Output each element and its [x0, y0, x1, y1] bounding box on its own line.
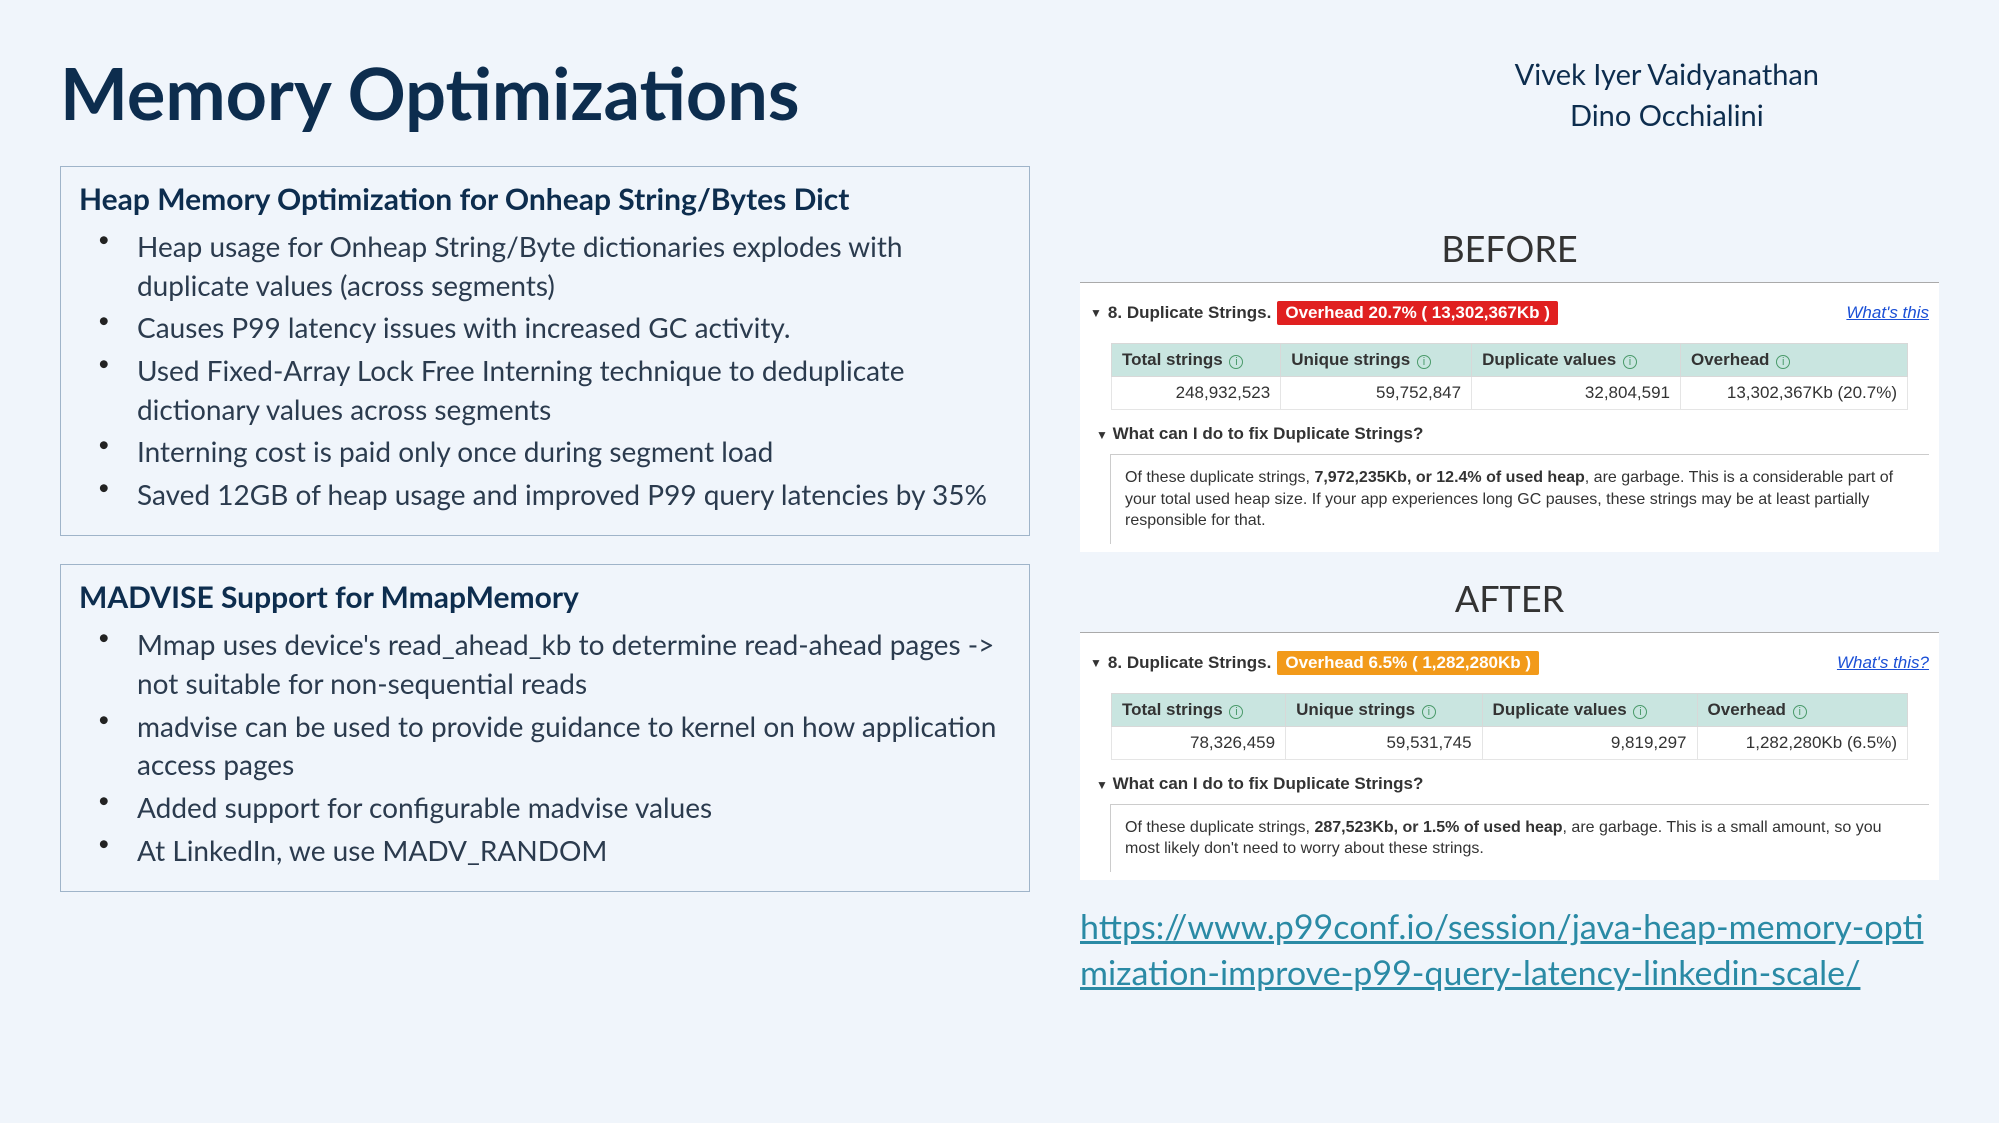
list-item: At LinkedIn, we use MADV_RANDOM — [137, 831, 1011, 870]
overhead-badge: Overhead 6.5% ( 1,282,280Kb ) — [1277, 651, 1539, 675]
list-item: Added support for configurable madvise v… — [137, 788, 1011, 827]
info-icon: i — [1229, 705, 1243, 719]
list-item: Mmap uses device's read_ahead_kb to dete… — [137, 625, 1011, 702]
triangle-down-icon: ▼ — [1090, 306, 1102, 320]
author-2: Dino Occhialini — [1515, 96, 1819, 137]
td-unique: 59,752,847 — [1281, 377, 1472, 410]
th-dup: Duplicate values i — [1472, 344, 1681, 377]
fix-text: Of these duplicate strings, 287,523Kb, o… — [1110, 804, 1929, 872]
th-unique: Unique strings i — [1281, 344, 1472, 377]
info-icon: i — [1422, 705, 1436, 719]
authors: Vivek Iyer Vaidyanathan Dino Occhialini — [1515, 55, 1819, 136]
whats-this-link[interactable]: What's this? — [1837, 653, 1929, 673]
triangle-down-icon: ▼ — [1096, 778, 1108, 792]
th-unique: Unique strings i — [1286, 693, 1482, 726]
fix-header: ▼ What can I do to fix Duplicate Strings… — [1096, 424, 1929, 444]
td-total: 248,932,523 — [1111, 377, 1280, 410]
list-item: madvise can be used to provide guidance … — [137, 707, 1011, 784]
list-item: Used Fixed-Array Lock Free Interning tec… — [137, 351, 1011, 428]
info-icon: i — [1623, 355, 1637, 369]
td-dup: 32,804,591 — [1472, 377, 1681, 410]
th-overhead: Overhead i — [1681, 344, 1908, 377]
th-total: Total strings i — [1111, 693, 1285, 726]
whats-this-link[interactable]: What's this — [1846, 303, 1929, 323]
box-madvise: MADVISE Support for MmapMemory Mmap uses… — [60, 564, 1030, 892]
before-table: Total strings i Unique strings i Duplica… — [1111, 343, 1908, 410]
td-dup: 9,819,297 — [1482, 726, 1697, 759]
th-overhead: Overhead i — [1697, 693, 1908, 726]
td-unique: 59,531,745 — [1286, 726, 1482, 759]
th-dup: Duplicate values i — [1482, 693, 1697, 726]
td-overhead: 13,302,367Kb (20.7%) — [1681, 377, 1908, 410]
after-table: Total strings i Unique strings i Duplica… — [1111, 693, 1908, 760]
info-icon: i — [1793, 705, 1807, 719]
fix-text: Of these duplicate strings, 7,972,235Kb,… — [1110, 454, 1929, 544]
th-total: Total strings i — [1111, 344, 1280, 377]
after-panel: ▼ 8. Duplicate Strings. Overhead 6.5% ( … — [1080, 632, 1939, 880]
list-item: Heap usage for Onheap String/Byte dictio… — [137, 227, 1011, 304]
info-icon: i — [1776, 355, 1790, 369]
box-heap-optimization: Heap Memory Optimization for Onheap Stri… — [60, 166, 1030, 536]
list-item: Causes P99 latency issues with increased… — [137, 308, 1011, 347]
list-item: Interning cost is paid only once during … — [137, 432, 1011, 471]
section-number: 8. — [1108, 653, 1122, 672]
overhead-badge: Overhead 20.7% ( 13,302,367Kb ) — [1277, 301, 1558, 325]
info-icon: i — [1229, 355, 1243, 369]
section-title: Duplicate Strings. — [1127, 653, 1272, 672]
before-panel: ▼ 8. Duplicate Strings. Overhead 20.7% (… — [1080, 282, 1939, 552]
author-1: Vivek Iyer Vaidyanathan — [1515, 55, 1819, 96]
triangle-down-icon: ▼ — [1090, 656, 1102, 670]
td-overhead: 1,282,280Kb (6.5%) — [1697, 726, 1908, 759]
box1-title: Heap Memory Optimization for Onheap Stri… — [79, 181, 1011, 217]
before-label: BEFORE — [1080, 226, 1939, 270]
info-icon: i — [1417, 355, 1431, 369]
after-label: AFTER — [1080, 576, 1939, 620]
info-icon: i — [1633, 705, 1647, 719]
triangle-down-icon: ▼ — [1096, 428, 1108, 442]
td-total: 78,326,459 — [1111, 726, 1285, 759]
section-number: 8. — [1108, 303, 1122, 322]
reference-link[interactable]: https://www.p99conf.io/session/java-heap… — [1080, 906, 1923, 993]
page-title: Memory Optimizations — [60, 50, 800, 136]
box2-title: MADVISE Support for MmapMemory — [79, 579, 1011, 615]
section-title: Duplicate Strings. — [1127, 303, 1272, 322]
fix-header: ▼ What can I do to fix Duplicate Strings… — [1096, 774, 1929, 794]
list-item: Saved 12GB of heap usage and improved P9… — [137, 475, 1011, 514]
